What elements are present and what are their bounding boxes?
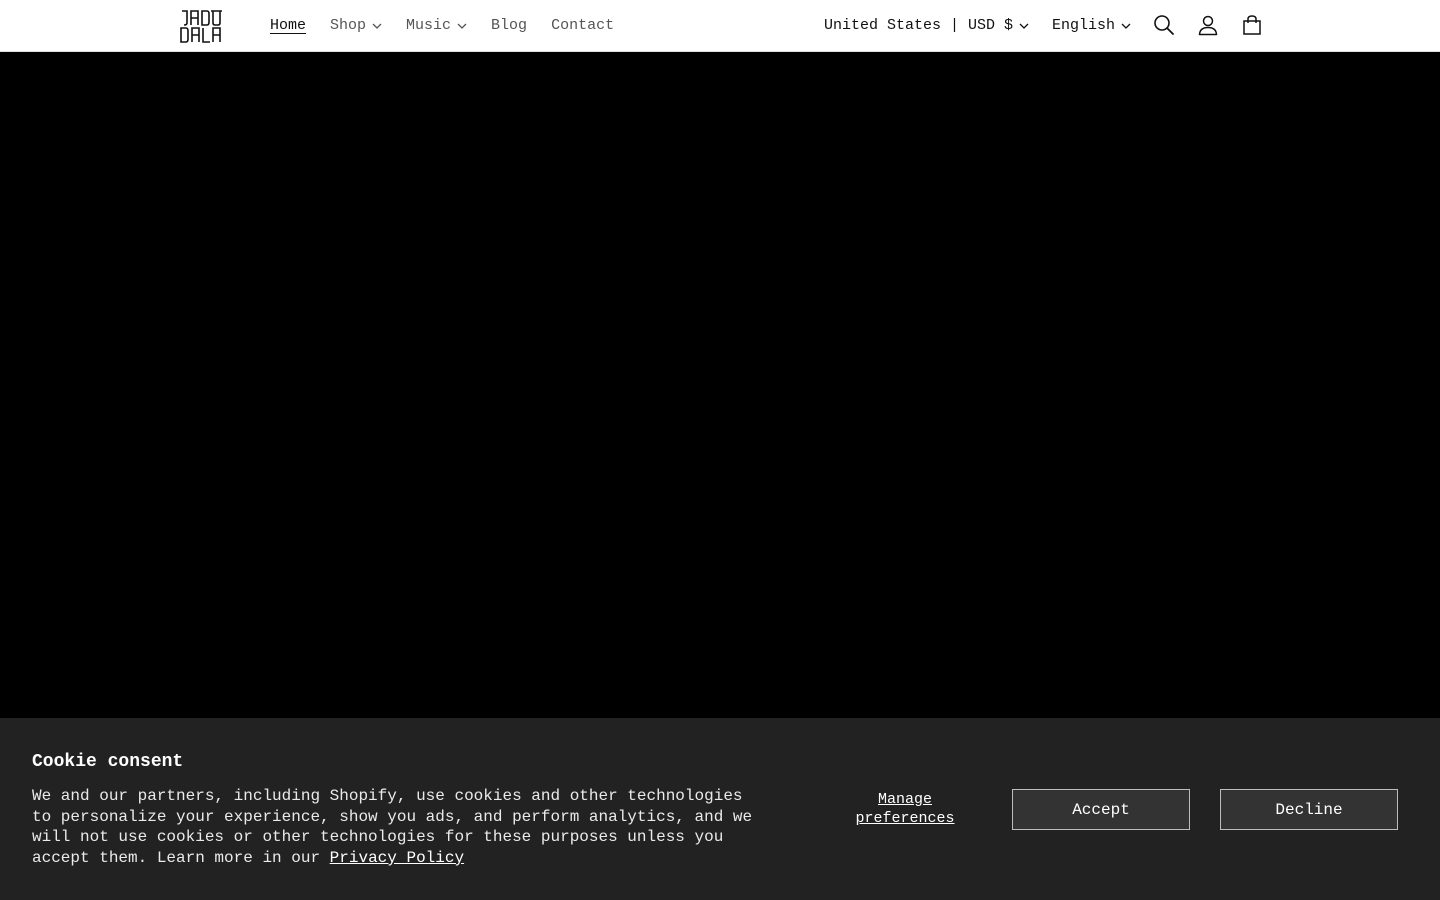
nav-contact[interactable]: Contact [551,17,614,34]
cookie-title: Cookie consent [32,752,184,772]
privacy-policy-link[interactable]: Privacy Policy [330,849,464,867]
nav-contact-label: Contact [551,16,615,34]
search-icon [1154,15,1174,35]
chevron-down-icon [372,17,382,34]
accept-button[interactable]: Accept [1012,789,1190,830]
account-button[interactable] [1195,12,1221,38]
nav-blog[interactable]: Blog [491,17,527,34]
search-button[interactable] [1151,12,1177,38]
country-selector-label: United States | USD $ [824,16,1014,34]
nav-home-label: Home [270,16,307,34]
language-selector[interactable]: English [1052,0,1131,50]
account-icon [1198,15,1218,36]
main-nav: Home Shop Music Blog Contact [270,0,638,50]
nav-music-label: Music [406,16,452,34]
logo-wordmark-icon [180,10,222,43]
nav-shop[interactable]: Shop [330,17,382,34]
hero-banner [0,52,1440,718]
chevron-down-icon [457,17,467,34]
cookie-description: We and our partners, including Shopify, … [32,786,762,868]
nav-music[interactable]: Music [406,17,467,34]
chevron-down-icon [1019,17,1029,34]
cart-button[interactable] [1239,12,1265,38]
cookie-consent-banner: Cookie consent We and our partners, incl… [0,718,1440,900]
nav-shop-label: Shop [330,16,367,34]
nav-blog-label: Blog [491,16,528,34]
nav-home[interactable]: Home [270,17,306,34]
country-selector[interactable]: United States | USD $ [824,0,1029,50]
cart-icon [1243,15,1261,35]
site-header: Home Shop Music Blog Contact United Stat… [0,0,1440,52]
manage-preferences-link[interactable]: Manage preferences [848,790,962,828]
language-selector-label: English [1052,16,1116,34]
decline-button[interactable]: Decline [1220,789,1398,830]
chevron-down-icon [1121,17,1131,34]
site-logo[interactable] [178,9,222,43]
